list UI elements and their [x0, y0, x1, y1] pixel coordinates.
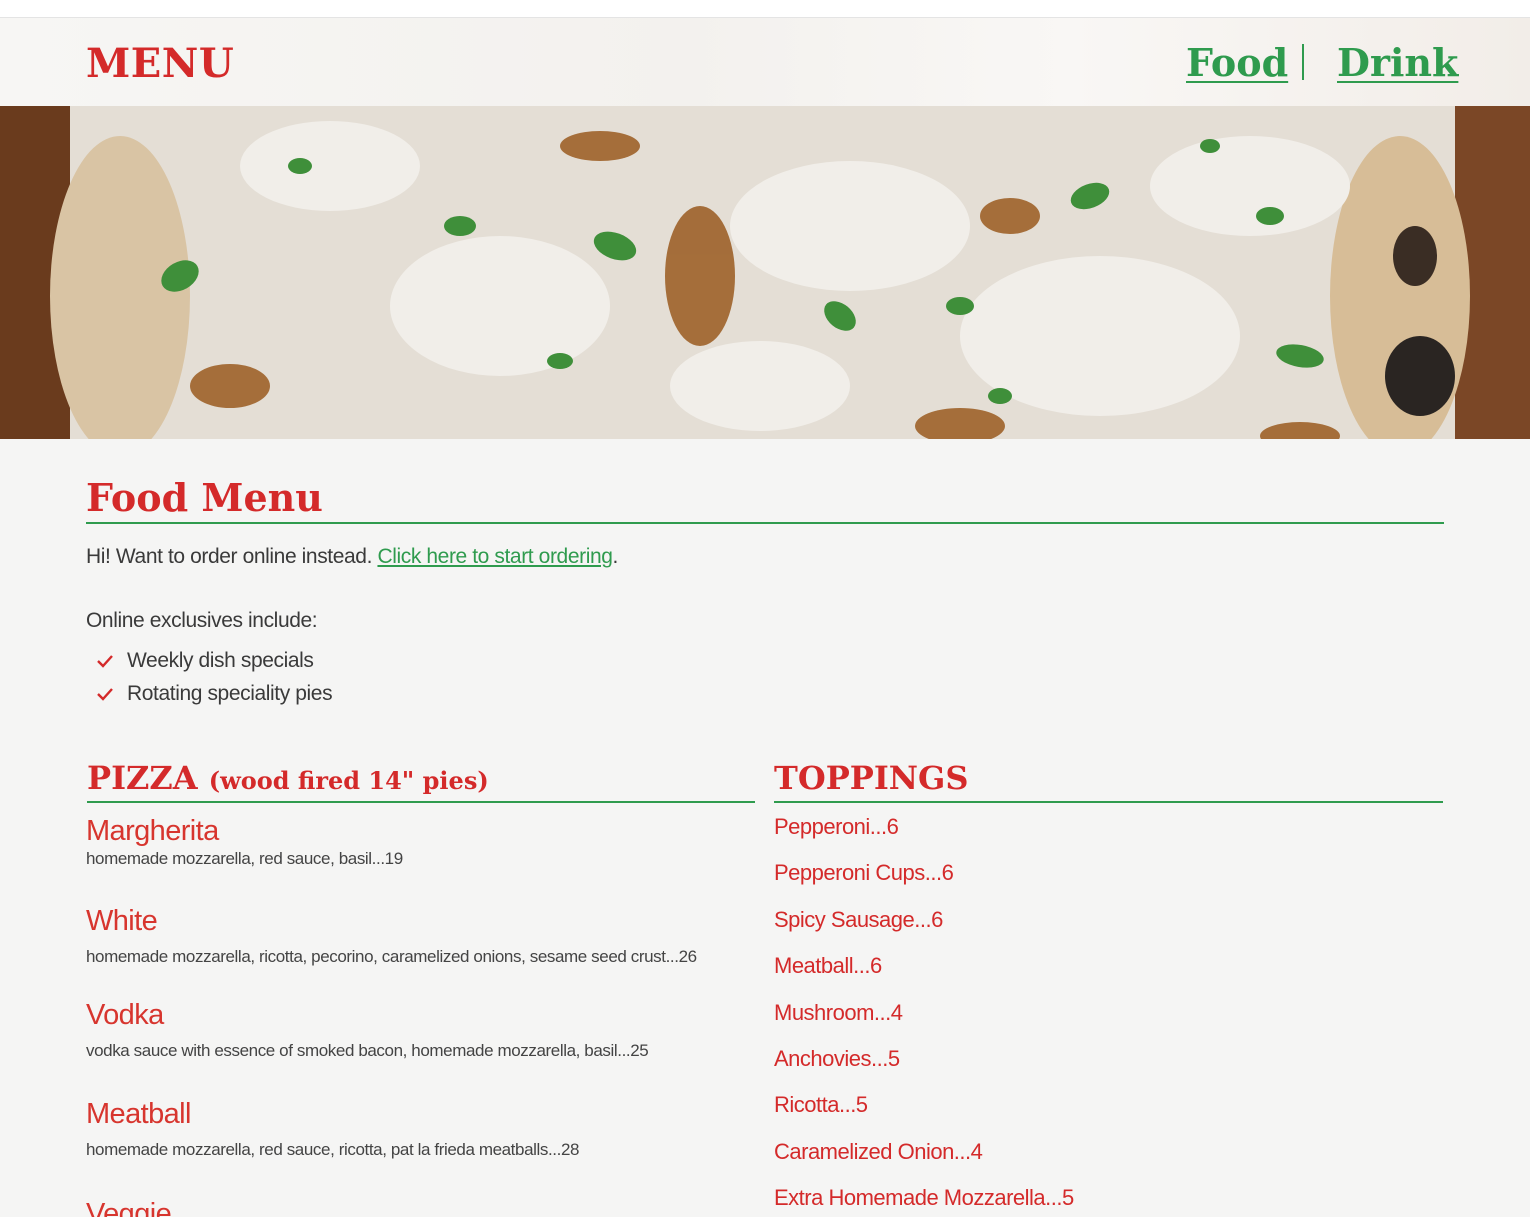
start-ordering-link[interactable]: Click here to start ordering [377, 545, 612, 568]
nav-drink-link[interactable]: Drink [1337, 40, 1458, 85]
exclusive-label: Rotating speciality pies [127, 682, 333, 705]
heading-divider [86, 522, 1444, 524]
list-item: Weekly dish specials [86, 649, 332, 682]
check-icon [97, 655, 113, 668]
browser-top-strip [0, 0, 1530, 18]
online-exclusives-list: Weekly dish specials Rotating speciality… [86, 649, 333, 715]
order-online-intro: Hi! Want to order online instead. Click … [86, 545, 618, 569]
exclusive-label: Weekly dish specials [127, 649, 314, 672]
nav-divider [1302, 44, 1304, 80]
topping-item: Extra Homemade Mozzarella...5 [774, 1185, 1074, 1210]
online-exclusives-title: Online exclusives include: [86, 609, 318, 632]
pizza-item-margherita: Margherita homemade mozzarella, red sauc… [86, 814, 403, 870]
pizza-item-white: White homemade mozzarella, ricotta, peco… [86, 904, 697, 968]
topping-item: Meatball...6 [774, 953, 882, 978]
pizza-name: Veggie [86, 1198, 172, 1217]
topping-item: Spicy Sausage...6 [774, 907, 943, 932]
topping-item: Caramelized Onion...4 [774, 1139, 983, 1164]
topping-item: Anchovies...5 [774, 1046, 900, 1071]
pizza-desc: homemade mozzarella, ricotta, pecorino, … [86, 947, 697, 966]
hero-pizza-image [0, 106, 1530, 439]
pizza-subtitle: (wood fired 14" pies) [208, 766, 489, 795]
toppings-divider [774, 801, 1443, 803]
topping-item: Mushroom...4 [774, 1000, 903, 1025]
page-title: Food Menu [86, 475, 323, 520]
topping-item: Pepperoni Cups...6 [774, 860, 954, 885]
pizza-item-veggie: Veggie [86, 1197, 172, 1217]
topping-item: Pepperoni...6 [774, 814, 899, 839]
pizza-desc: vodka sauce with essence of smoked bacon… [86, 1041, 649, 1060]
check-icon [97, 688, 113, 701]
pizza-name: White [86, 905, 158, 937]
intro-text: Hi! Want to order online instead. [86, 545, 373, 568]
site-header: MENU Food Drink [0, 18, 1530, 106]
pizza-name: Meatball [86, 1098, 191, 1130]
pizza-desc: homemade mozzarella, red sauce, ricotta,… [86, 1140, 580, 1159]
pizza-title-text: PIZZA [87, 759, 198, 797]
nav-food-link[interactable]: Food [1186, 40, 1288, 85]
pizza-section-title: PIZZA (wood fired 14" pies) [87, 759, 489, 797]
intro-end: . [612, 545, 619, 568]
site-menu-title: MENU [86, 40, 235, 87]
pizza-divider [87, 801, 755, 803]
topping-item: Ricotta...5 [774, 1092, 868, 1117]
pizza-name: Margherita [86, 815, 219, 847]
pizza-name: Vodka [86, 999, 164, 1031]
pizza-item-meatball: Meatball homemade mozzarella, red sauce,… [86, 1097, 579, 1161]
list-item: Rotating speciality pies [86, 682, 333, 715]
pizza-desc: homemade mozzarella, red sauce, basil...… [86, 849, 403, 868]
pizza-illustration [0, 106, 1530, 439]
toppings-section-title: TOPPINGS [774, 759, 969, 797]
pizza-item-vodka: Vodka vodka sauce with essence of smoked… [86, 998, 649, 1062]
